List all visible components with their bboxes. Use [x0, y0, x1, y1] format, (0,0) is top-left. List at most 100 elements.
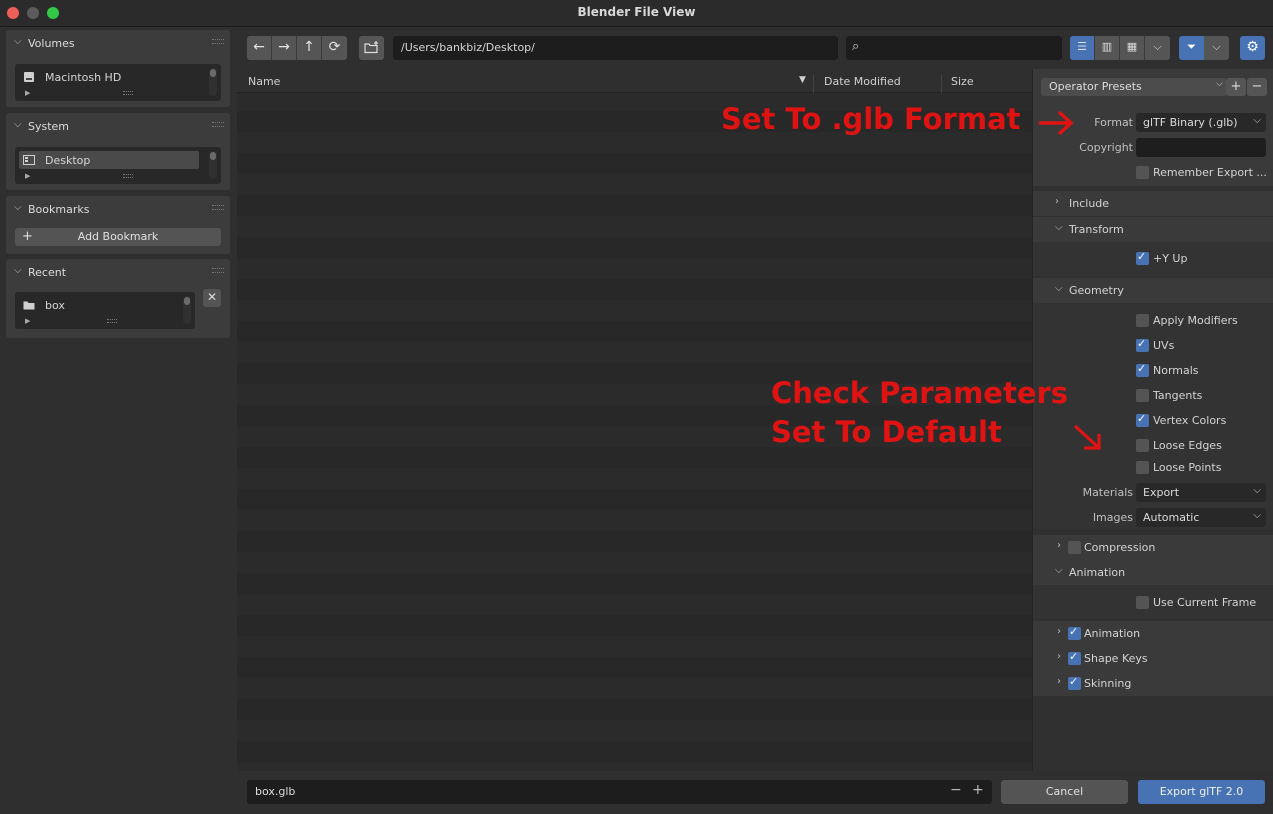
- drag-grip-icon[interactable]: [212, 268, 224, 273]
- list-item[interactable]: box: [19, 296, 175, 314]
- drag-grip-icon[interactable]: [212, 122, 224, 127]
- recent-panel-header[interactable]: ⌵ Recent: [6, 259, 230, 285]
- materials-dropdown[interactable]: Export ⌵: [1136, 483, 1266, 502]
- skinning-checkbox[interactable]: [1068, 675, 1081, 690]
- search-input[interactable]: ⌕: [846, 36, 1062, 60]
- animation-section-header[interactable]: ⌵ Animation: [1033, 560, 1273, 585]
- animation-subsection[interactable]: › Animation: [1033, 621, 1273, 646]
- list-scrollbar[interactable]: [209, 68, 217, 96]
- images-dropdown[interactable]: Automatic ⌵: [1136, 508, 1266, 527]
- parameters-annotation: Check Parameters Set To Default: [771, 374, 1068, 452]
- volumes-panel-title: Volumes: [28, 37, 75, 50]
- filename-input[interactable]: box.glb − +: [247, 780, 992, 804]
- recent-panel-title: Recent: [28, 266, 67, 279]
- format-annotation: Set To .glb Format: [721, 102, 1021, 136]
- filter-icon[interactable]: ⏷: [1179, 36, 1204, 60]
- parent-directory-icon[interactable]: ↑: [297, 36, 322, 60]
- y-up-checkbox[interactable]: [1136, 250, 1149, 265]
- chevron-down-icon: ⌵: [14, 36, 22, 47]
- resize-handle[interactable]: [123, 174, 133, 178]
- expand-triangle-icon[interactable]: ▶: [25, 317, 30, 325]
- drag-grip-icon[interactable]: [212, 39, 224, 44]
- chevron-right-icon: ›: [1057, 540, 1061, 551]
- expand-triangle-icon[interactable]: ▶: [25, 89, 30, 97]
- forward-arrow-icon[interactable]: →: [272, 36, 297, 60]
- animation-label: Animation: [1084, 627, 1141, 640]
- list-item[interactable]: Macintosh HD: [19, 68, 199, 86]
- system-panel-title: System: [28, 120, 70, 133]
- refresh-icon[interactable]: ⟳: [322, 36, 347, 60]
- filter-settings-dropdown[interactable]: ⌵: [1204, 36, 1229, 60]
- loose-edges-checkbox[interactable]: [1136, 439, 1149, 452]
- loose-points-checkbox[interactable]: [1136, 461, 1149, 474]
- column-divider[interactable]: [813, 75, 814, 93]
- vertex-colors-checkbox[interactable]: [1136, 412, 1149, 427]
- uvs-checkbox[interactable]: [1136, 337, 1149, 352]
- column-name[interactable]: Name: [248, 75, 280, 88]
- back-arrow-icon[interactable]: ←: [247, 36, 272, 60]
- shape-keys-subsection[interactable]: › Shape Keys: [1033, 646, 1273, 671]
- apply-modifiers-checkbox[interactable]: [1136, 314, 1149, 327]
- system-label: Desktop: [45, 154, 91, 167]
- operator-presets-dropdown[interactable]: Operator Presets ⌵: [1041, 78, 1227, 96]
- compression-section[interactable]: › Compression: [1033, 535, 1273, 560]
- normals-checkbox[interactable]: [1136, 362, 1149, 377]
- use-current-frame-checkbox[interactable]: [1136, 596, 1149, 609]
- add-preset-button[interactable]: +: [1226, 78, 1246, 96]
- list-scrollbar[interactable]: [183, 296, 191, 324]
- chevron-down-icon: ⌵: [1055, 565, 1063, 576]
- export-button[interactable]: Export glTF 2.0: [1138, 780, 1265, 804]
- decrement-icon[interactable]: −: [950, 782, 962, 798]
- compression-checkbox[interactable]: [1068, 541, 1081, 554]
- new-folder-button[interactable]: [359, 36, 384, 60]
- list-item[interactable]: Desktop: [19, 151, 199, 169]
- format-dropdown[interactable]: glTF Binary (.glb) ⌵: [1136, 113, 1266, 132]
- column-divider[interactable]: [941, 75, 942, 93]
- gear-icon[interactable]: ⚙: [1240, 36, 1265, 60]
- chevron-down-icon: ⌵: [1253, 510, 1261, 521]
- transform-header: ⌵ Transform: [1055, 222, 1124, 236]
- thumbnails-icon[interactable]: ▦: [1120, 36, 1145, 60]
- system-panel-header[interactable]: ⌵ System: [6, 113, 230, 139]
- recent-panel: ⌵ Recent box ▶ ✕: [6, 259, 230, 338]
- tangents-checkbox[interactable]: [1136, 389, 1149, 402]
- include-label: Include: [1069, 197, 1110, 210]
- include-header: › Include: [1055, 196, 1110, 210]
- bookmarks-panel-header[interactable]: ⌵ Bookmarks: [6, 196, 230, 222]
- list-scrollbar[interactable]: [209, 151, 217, 179]
- chevron-down-icon: ⌵: [1253, 115, 1261, 126]
- directory-path-input[interactable]: /Users/bankbiz/Desktop/: [393, 36, 838, 60]
- vertical-list-icon[interactable]: ☰: [1070, 36, 1095, 60]
- volumes-panel-header[interactable]: ⌵ Volumes: [6, 30, 230, 56]
- clear-recent-button[interactable]: ✕: [203, 289, 221, 307]
- compression-label: Compression: [1084, 541, 1156, 554]
- display-mode-group: ☰ ▥ ▦ ⌵: [1070, 36, 1170, 60]
- display-settings-dropdown[interactable]: ⌵: [1145, 36, 1170, 60]
- sort-descending-icon[interactable]: ▼: [799, 75, 806, 85]
- geometry-label: Geometry: [1069, 284, 1124, 297]
- resize-handle[interactable]: [107, 319, 117, 323]
- animation-checkbox[interactable]: [1068, 625, 1081, 640]
- geometry-section-header[interactable]: ⌵ Geometry: [1033, 278, 1273, 303]
- copyright-field[interactable]: [1136, 138, 1266, 157]
- remember-export-checkbox[interactable]: [1136, 166, 1149, 179]
- drag-grip-icon[interactable]: [212, 205, 224, 210]
- shape-keys-checkbox[interactable]: [1068, 650, 1081, 665]
- increment-icon[interactable]: +: [972, 782, 984, 798]
- include-section[interactable]: › Include: [1033, 191, 1273, 216]
- expand-triangle-icon[interactable]: ▶: [25, 172, 30, 180]
- horizontal-list-icon[interactable]: ▥: [1095, 36, 1120, 60]
- column-size[interactable]: Size: [951, 75, 974, 88]
- materials-label: Materials: [1082, 486, 1133, 499]
- column-date-modified[interactable]: Date Modified: [824, 75, 901, 88]
- bookmarks-panel-title: Bookmarks: [28, 203, 90, 216]
- transform-section-header[interactable]: ⌵ Transform: [1033, 217, 1273, 242]
- cancel-button[interactable]: Cancel: [1001, 780, 1128, 804]
- parameters-annotation-line1: Check Parameters: [771, 376, 1069, 410]
- add-bookmark-button[interactable]: + Add Bookmark: [15, 228, 221, 246]
- remove-preset-button[interactable]: −: [1247, 78, 1267, 96]
- transform-label: Transform: [1069, 223, 1124, 236]
- skinning-subsection[interactable]: › Skinning: [1033, 671, 1273, 696]
- resize-handle[interactable]: [123, 91, 133, 95]
- folder-icon: [23, 301, 35, 310]
